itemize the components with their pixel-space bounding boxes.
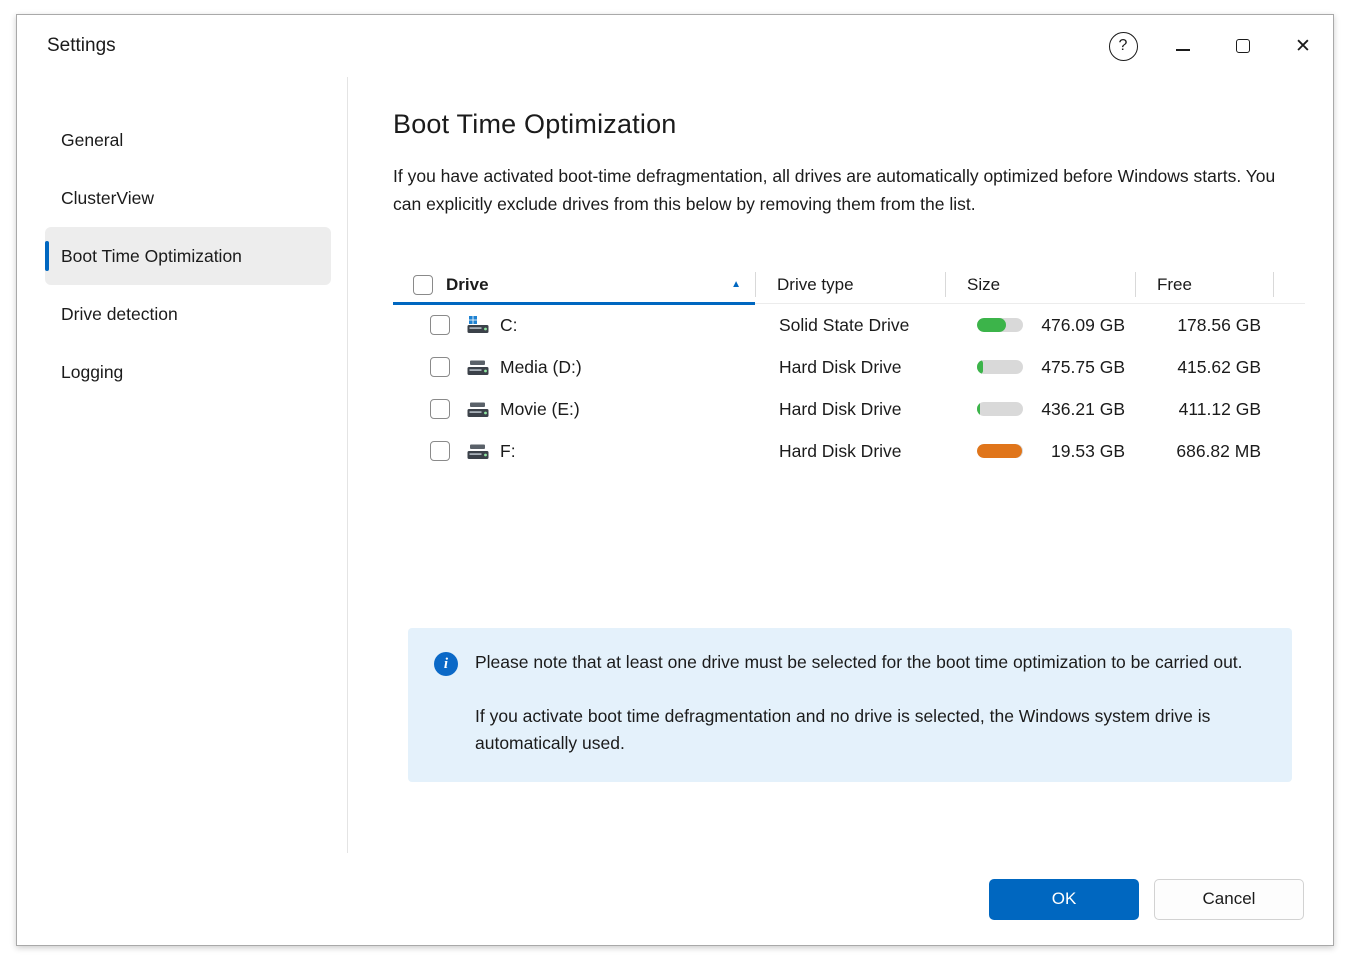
help-icon: ? (1109, 32, 1138, 61)
select-all-checkbox[interactable] (413, 275, 433, 295)
info-paragraph: Please note that at least one drive must… (475, 649, 1266, 677)
page-description: If you have activated boot-time defragme… (393, 162, 1287, 218)
drive-cell: C: (393, 315, 755, 336)
hard-drive-icon (467, 358, 489, 376)
info-paragraph: If you activate boot time defragmentatio… (475, 703, 1266, 758)
sidebar: General ClusterView Boot Time Optimization… (17, 77, 348, 853)
usage-bar-fill (977, 444, 1022, 458)
sidebar-item-label: Logging (61, 362, 123, 383)
drive-checkbox[interactable] (430, 315, 450, 335)
page-title: Boot Time Optimization (393, 109, 1287, 140)
drive-name: Movie (E:) (500, 399, 580, 420)
table-row[interactable]: Movie (E:) Hard Disk Drive 436.21 GB 411.12… (393, 388, 1305, 430)
usage-bar (977, 444, 1023, 458)
close-button[interactable]: ✕ (1273, 15, 1333, 77)
sidebar-item-label: Boot Time Optimization (61, 246, 242, 267)
close-icon: ✕ (1295, 37, 1311, 56)
window-controls: ? ✕ (1093, 15, 1333, 77)
drive-name: Media (D:) (500, 357, 582, 378)
drive-type: Hard Disk Drive (755, 357, 945, 378)
drive-free: 415.62 GB (1135, 357, 1273, 378)
drive-type: Hard Disk Drive (755, 399, 945, 420)
hard-drive-icon (467, 442, 489, 460)
column-header-size[interactable]: Size (945, 266, 1135, 303)
sidebar-item-drive-detection[interactable]: Drive detection (45, 285, 331, 343)
usage-bar (977, 318, 1023, 332)
sidebar-item-label: ClusterView (61, 188, 154, 209)
sidebar-item-clusterview[interactable]: ClusterView (45, 169, 331, 227)
sort-ascending-icon: ▲ (731, 279, 741, 290)
drive-name: C: (500, 315, 518, 336)
maximize-icon (1236, 39, 1250, 53)
drive-free: 178.56 GB (1135, 315, 1273, 336)
usage-bar-fill (977, 318, 1006, 332)
drive-checkbox[interactable] (430, 357, 450, 377)
help-button[interactable]: ? (1093, 15, 1153, 77)
column-header-filler (1273, 266, 1305, 303)
drive-type: Solid State Drive (755, 315, 945, 336)
drive-name: F: (500, 441, 516, 462)
usage-bar (977, 402, 1023, 416)
system-drive-icon (467, 316, 489, 334)
maximize-button[interactable] (1213, 15, 1273, 77)
settings-window: Settings ? ✕ General ClusterView Boot Time… (16, 14, 1334, 946)
info-icon: i (434, 652, 458, 676)
sidebar-item-logging[interactable]: Logging (45, 343, 331, 401)
info-box-text: Please note that at least one drive must… (475, 649, 1266, 758)
drive-size: 476.09 GB (1041, 315, 1125, 336)
drive-table: Drive ▲ Drive type Size Free C: Solid Sta… (393, 266, 1305, 472)
sidebar-item-general[interactable]: General (45, 111, 331, 169)
minimize-icon (1176, 49, 1190, 51)
size-cell: 476.09 GB (945, 315, 1135, 336)
sidebar-item-label: General (61, 130, 123, 151)
usage-bar-fill (977, 360, 983, 374)
drive-cell: Media (D:) (393, 357, 755, 378)
table-row[interactable]: C: Solid State Drive 476.09 GB 178.56 GB (393, 304, 1305, 346)
usage-bar-fill (977, 402, 980, 416)
drive-size: 436.21 GB (1041, 399, 1125, 420)
column-header-drive-type[interactable]: Drive type (755, 266, 945, 303)
table-header: Drive ▲ Drive type Size Free (393, 266, 1305, 304)
drive-size: 475.75 GB (1041, 357, 1125, 378)
drive-checkbox[interactable] (430, 399, 450, 419)
column-header-drive[interactable]: Drive ▲ (393, 266, 755, 303)
content-area: Boot Time Optimization If you have activ… (348, 77, 1333, 853)
table-row[interactable]: Media (D:) Hard Disk Drive 475.75 GB 415.62… (393, 346, 1305, 388)
sidebar-item-label: Drive detection (61, 304, 178, 325)
drive-cell: F: (393, 441, 755, 462)
sidebar-item-boot-time-optimization[interactable]: Boot Time Optimization (45, 227, 331, 285)
minimize-button[interactable] (1153, 15, 1213, 77)
cancel-button[interactable]: Cancel (1154, 879, 1304, 920)
window-title: Settings (47, 35, 116, 57)
column-label-drive: Drive (446, 275, 489, 295)
selected-indicator (45, 241, 49, 271)
ok-button[interactable]: OK (989, 879, 1139, 920)
usage-bar (977, 360, 1023, 374)
info-box: i Please note that at least one drive mu… (408, 628, 1292, 782)
size-cell: 436.21 GB (945, 399, 1135, 420)
size-cell: 19.53 GB (945, 441, 1135, 462)
drive-checkbox[interactable] (430, 441, 450, 461)
drive-free: 411.12 GB (1135, 399, 1273, 420)
size-cell: 475.75 GB (945, 357, 1135, 378)
window-body: General ClusterView Boot Time Optimization… (17, 77, 1333, 853)
hard-drive-icon (467, 400, 489, 418)
drive-rows: C: Solid State Drive 476.09 GB 178.56 GB Med… (393, 304, 1305, 472)
drive-type: Hard Disk Drive (755, 441, 945, 462)
drive-size: 19.53 GB (1051, 441, 1125, 462)
column-header-free[interactable]: Free (1135, 266, 1273, 303)
title-bar[interactable]: Settings ? ✕ (17, 15, 1333, 77)
drive-cell: Movie (E:) (393, 399, 755, 420)
drive-free: 686.82 MB (1135, 441, 1273, 462)
table-row[interactable]: F: Hard Disk Drive 19.53 GB 686.82 MB (393, 430, 1305, 472)
dialog-footer: OK Cancel (17, 853, 1333, 945)
